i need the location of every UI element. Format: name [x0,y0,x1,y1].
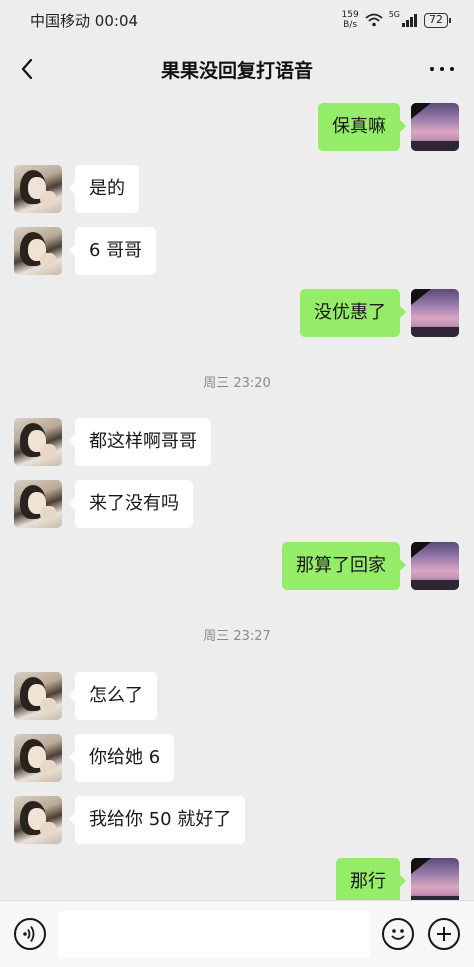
message-incoming: 是的 [0,165,474,213]
message-bubble[interactable]: 那行 [336,858,406,900]
message-bubble[interactable]: 6 哥哥 [68,227,157,275]
contact-avatar[interactable] [14,418,62,466]
carrier-name: 中国移动 [30,11,91,30]
network-speed: 159 B/s [342,10,359,30]
message-outgoing: 没优惠了 [0,289,474,337]
status-bar: 中国移动 00:04 159 B/s 5G 72 [0,0,474,40]
battery-indicator: 72 [424,12,451,28]
message-bubble[interactable]: 都这样啊哥哥 [69,418,211,466]
message-list[interactable]: 保真嘛 是的 6 哥哥 没优惠了 周三 23:20 都这样啊哥哥 来了没有吗 那… [0,98,474,900]
voice-waves-icon [23,926,35,942]
message-bubble[interactable]: 怎么了 [69,672,157,720]
message-bubble[interactable]: 我给你 50 就好了 [68,796,246,844]
status-left: 中国移动 00:04 [30,10,342,31]
clock: 00:04 [94,11,139,30]
chat-title: 果果没回复打语音 [160,59,313,82]
my-avatar[interactable] [411,858,459,900]
message-bubble[interactable]: 那算了回家 [282,542,406,590]
message-bubble[interactable]: 没优惠了 [300,289,406,337]
message-incoming: 我给你 50 就好了 [0,796,474,844]
contact-avatar[interactable] [14,796,62,844]
message-bubble[interactable]: 来了没有吗 [69,480,193,528]
message-outgoing: 那行 [0,858,474,900]
message-incoming: 来了没有吗 [0,480,474,528]
network-type: 5G [388,10,400,19]
chat-header: 果果没回复打语音 [0,40,474,98]
message-incoming: 6 哥哥 [0,227,474,275]
message-bubble[interactable]: 是的 [69,165,139,213]
message-input[interactable] [58,911,370,958]
smile-face-icon [391,929,405,940]
message-incoming: 你给她 6 [0,734,474,782]
message-outgoing: 那算了回家 [0,542,474,590]
message-incoming: 都这样啊哥哥 [0,418,474,466]
message-bubble[interactable]: 保真嘛 [318,103,406,151]
network-speed-unit: B/s [343,20,358,30]
message-outgoing: 保真嘛 [0,103,474,151]
signal-icon [402,13,417,27]
message-timestamp: 周三 23:20 [203,376,271,391]
chevron-left-icon[interactable] [14,54,42,84]
my-avatar[interactable] [411,289,459,337]
message-bubble[interactable]: 你给她 6 [68,734,175,782]
input-bar [0,900,474,967]
contact-avatar[interactable] [14,672,62,720]
contact-avatar[interactable] [14,227,62,275]
plus-sign-icon [437,927,451,941]
plus-icon[interactable] [428,918,460,950]
status-right: 159 B/s 5G 72 [342,10,451,30]
voice-icon[interactable] [14,918,46,950]
message-timestamp: 周三 23:27 [203,629,271,644]
contact-avatar[interactable] [14,165,62,213]
emoji-icon[interactable] [382,918,414,950]
contact-avatar[interactable] [14,480,62,528]
contact-avatar[interactable] [14,734,62,782]
network-speed-value: 159 [341,10,359,20]
wifi-icon [365,13,383,27]
my-avatar[interactable] [411,542,459,590]
my-avatar[interactable] [411,103,459,151]
message-incoming: 怎么了 [0,672,474,720]
more-dots-icon[interactable] [430,58,454,78]
